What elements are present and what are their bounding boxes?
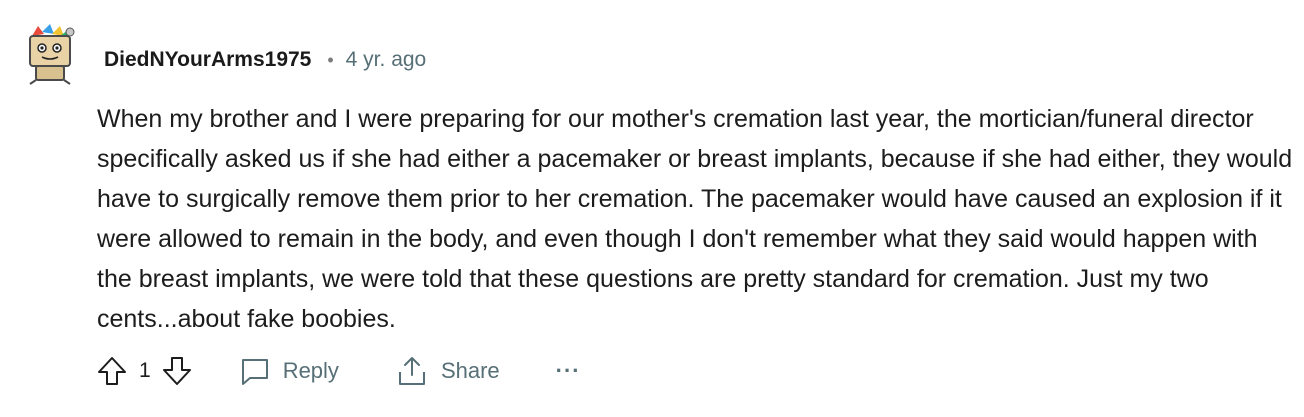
snoo-avatar-icon [29, 24, 75, 85]
arrow-up-icon [98, 357, 126, 385]
vote-count: 1 [139, 359, 151, 382]
comment-body: When my brother and I were preparing for… [97, 105, 1293, 333]
downvote-button[interactable] [161, 355, 193, 387]
comment-meta: DiedNYourArms1975 • 4 yr. ago [104, 46, 426, 74]
speech-bubble-icon [239, 355, 271, 387]
avatar[interactable] [20, 22, 78, 86]
share-icon [395, 355, 429, 387]
comment: DiedNYourArms1975 • 4 yr. ago When my br… [0, 0, 1304, 417]
comment-timestamp[interactable]: 4 yr. ago [346, 48, 427, 72]
reply-label: Reply [282, 358, 339, 383]
reply-button[interactable]: Reply [239, 355, 339, 387]
comment-actions: 1 Reply Share ··· [96, 350, 581, 392]
arrow-down-icon [162, 357, 191, 385]
more-options-button[interactable]: ··· [556, 358, 581, 384]
upvote-button[interactable] [96, 355, 128, 387]
share-label: Share [440, 358, 500, 383]
share-button[interactable]: Share [395, 355, 500, 387]
meta-separator: • [327, 49, 334, 70]
author-name[interactable]: DiedNYourArms1975 [104, 48, 311, 72]
